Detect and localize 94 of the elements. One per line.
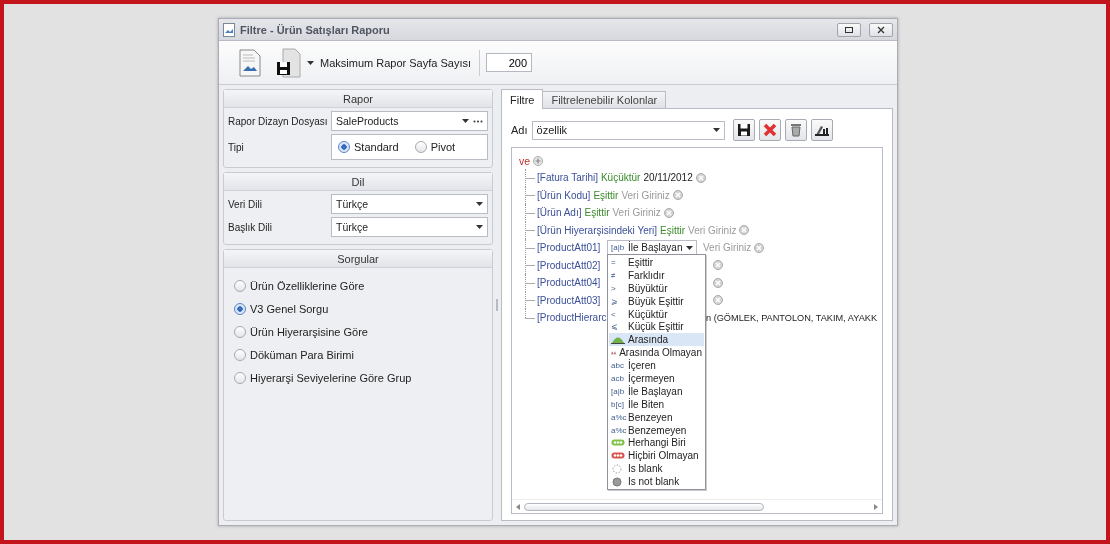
- value-text[interactable]: n (GÖMLEK, PANTOLON, TAKIM, AYAKK: [706, 312, 878, 323]
- tab[interactable]: Filtrelenebilir Kolonlar: [542, 91, 667, 109]
- field-label: Rapor Dizayn Dosyası: [228, 115, 329, 127]
- report-button[interactable]: [239, 48, 261, 77]
- field-name[interactable]: [Ürün Adı]: [537, 207, 582, 219]
- restore-button[interactable]: [837, 22, 861, 37]
- menu-item[interactable]: Arasında: [609, 333, 704, 347]
- field-name[interactable]: [Ürün Hiyerarşisindeki Yeri]: [537, 224, 658, 236]
- remove-icon[interactable]: [754, 242, 765, 253]
- radio-option[interactable]: Hiyerarşi Seviyelerine Göre Grup: [234, 372, 482, 384]
- menu-item[interactable]: < Küçüktür: [609, 307, 704, 321]
- radio-option[interactable]: Ürün Özelliklerine Göre: [234, 280, 482, 292]
- menu-item[interactable]: Hiçbiri Olmayan: [609, 449, 704, 463]
- window-title: Filtre - Ürün Satışları Raporu: [240, 23, 391, 36]
- field-label: Tipi: [228, 141, 245, 153]
- radio-option[interactable]: Döküman Para Birimi: [234, 349, 482, 361]
- group-header: Rapor: [224, 90, 492, 108]
- menu-item[interactable]: a%c Benzemeyen: [609, 423, 704, 437]
- menu-item[interactable]: Herhangi Biri: [609, 436, 704, 450]
- save-button[interactable]: [275, 47, 301, 78]
- report-icon: [223, 22, 235, 37]
- add-icon[interactable]: [533, 155, 544, 166]
- remove-icon[interactable]: [663, 207, 674, 218]
- radio-option[interactable]: V3 Genel Sorgu: [234, 303, 482, 315]
- menu-item[interactable]: abc İçeren: [609, 359, 704, 372]
- remove-icon[interactable]: [713, 277, 723, 288]
- menu-item[interactable]: [a|b İle Başlayan: [609, 384, 704, 398]
- sql-button[interactable]: [810, 119, 833, 141]
- caret-icon: [307, 60, 314, 65]
- caret-icon: [686, 245, 693, 250]
- menu-item[interactable]: Is blank: [609, 462, 704, 476]
- caret-icon: [476, 202, 483, 206]
- field-name[interactable]: [Fatura Tarihi]: [537, 172, 598, 184]
- circle-icon: [611, 476, 625, 487]
- menu-item[interactable]: Arasında Olmayan: [609, 346, 704, 360]
- caret-icon: [476, 225, 483, 229]
- operator-text[interactable]: Eşittir: [593, 189, 619, 201]
- pen-chart-icon: [813, 123, 830, 137]
- group-header: Sorgular: [224, 250, 492, 268]
- right-arrow-icon[interactable]: [874, 503, 878, 510]
- dashed-circle-icon: [611, 463, 625, 474]
- name-label: Adı: [511, 124, 528, 136]
- menu-item[interactable]: ≠ Farklıdır: [609, 268, 704, 282]
- remove-icon[interactable]: [672, 190, 683, 201]
- delete-button[interactable]: [758, 119, 781, 141]
- menu-item[interactable]: > Büyüktür: [609, 281, 704, 295]
- max-pages-field[interactable]: 200: [486, 53, 532, 72]
- trash-icon: [789, 123, 802, 137]
- menu-item[interactable]: b[c] İle Biten: [609, 397, 704, 411]
- operator-text[interactable]: Eşittir: [660, 224, 686, 236]
- design-file-combo[interactable]: SaleProducts: [331, 111, 488, 131]
- language-combo[interactable]: Türkçe: [331, 217, 488, 237]
- group-operator[interactable]: ve: [519, 154, 531, 167]
- name-combo[interactable]: özellik: [531, 120, 725, 140]
- language-combo[interactable]: Türkçe: [331, 194, 488, 214]
- menu-item[interactable]: = Eşittir: [609, 256, 704, 269]
- chain-icon: [611, 452, 625, 460]
- field-name[interactable]: [ProductAtt01]: [537, 242, 604, 254]
- remove-icon[interactable]: [739, 225, 750, 236]
- restore-icon: [845, 26, 853, 33]
- caret-icon: [462, 119, 469, 123]
- max-pages-label: Maksimum Rapor Sayfa Sayısı: [320, 49, 480, 76]
- remove-icon[interactable]: [713, 260, 723, 271]
- field-label: Başlık Dili: [228, 221, 273, 233]
- menu-item[interactable]: acb İçermeyen: [609, 372, 704, 385]
- trash-button[interactable]: [784, 119, 807, 141]
- remove-icon[interactable]: [713, 295, 723, 306]
- field-name[interactable]: [Ürün Kodu]: [537, 189, 591, 201]
- cross-icon: [762, 123, 777, 137]
- chain-icon: [611, 439, 625, 447]
- operator-text[interactable]: Küçüktür: [600, 172, 641, 184]
- floppy-icon: [736, 123, 751, 137]
- left-arrow-icon[interactable]: [516, 503, 520, 510]
- radio-option[interactable]: Ürün Hiyerarşisine Göre: [234, 326, 482, 338]
- save-button[interactable]: [732, 119, 755, 141]
- menu-item[interactable]: ⩽ Küçük Eşittir: [609, 320, 704, 334]
- value-text[interactable]: 20/11/2012: [643, 172, 693, 184]
- group-header: Dil: [224, 173, 492, 191]
- arch-icon: [611, 335, 625, 345]
- remove-icon[interactable]: [695, 172, 706, 183]
- menu-item[interactable]: a%c Benzeyen: [609, 410, 704, 424]
- horizontal-scrollbar[interactable]: [512, 499, 882, 513]
- radio-option[interactable]: Pivot: [414, 141, 456, 153]
- field-label: Veri Dili: [228, 198, 263, 210]
- ellipsis-icon[interactable]: [473, 119, 483, 123]
- menu-item[interactable]: Is not blank: [609, 475, 704, 489]
- close-button[interactable]: [869, 22, 893, 37]
- operator-combo[interactable]: [a|b İle Başlayan: [607, 239, 697, 256]
- caret-icon: [712, 128, 720, 132]
- menu-item[interactable]: ⩾ Büyük Eşittir: [609, 294, 704, 308]
- operator-text[interactable]: Eşittir: [584, 207, 610, 219]
- close-icon: [877, 25, 885, 34]
- tab[interactable]: Filtre: [501, 89, 544, 109]
- radio-option[interactable]: Standard: [338, 141, 399, 153]
